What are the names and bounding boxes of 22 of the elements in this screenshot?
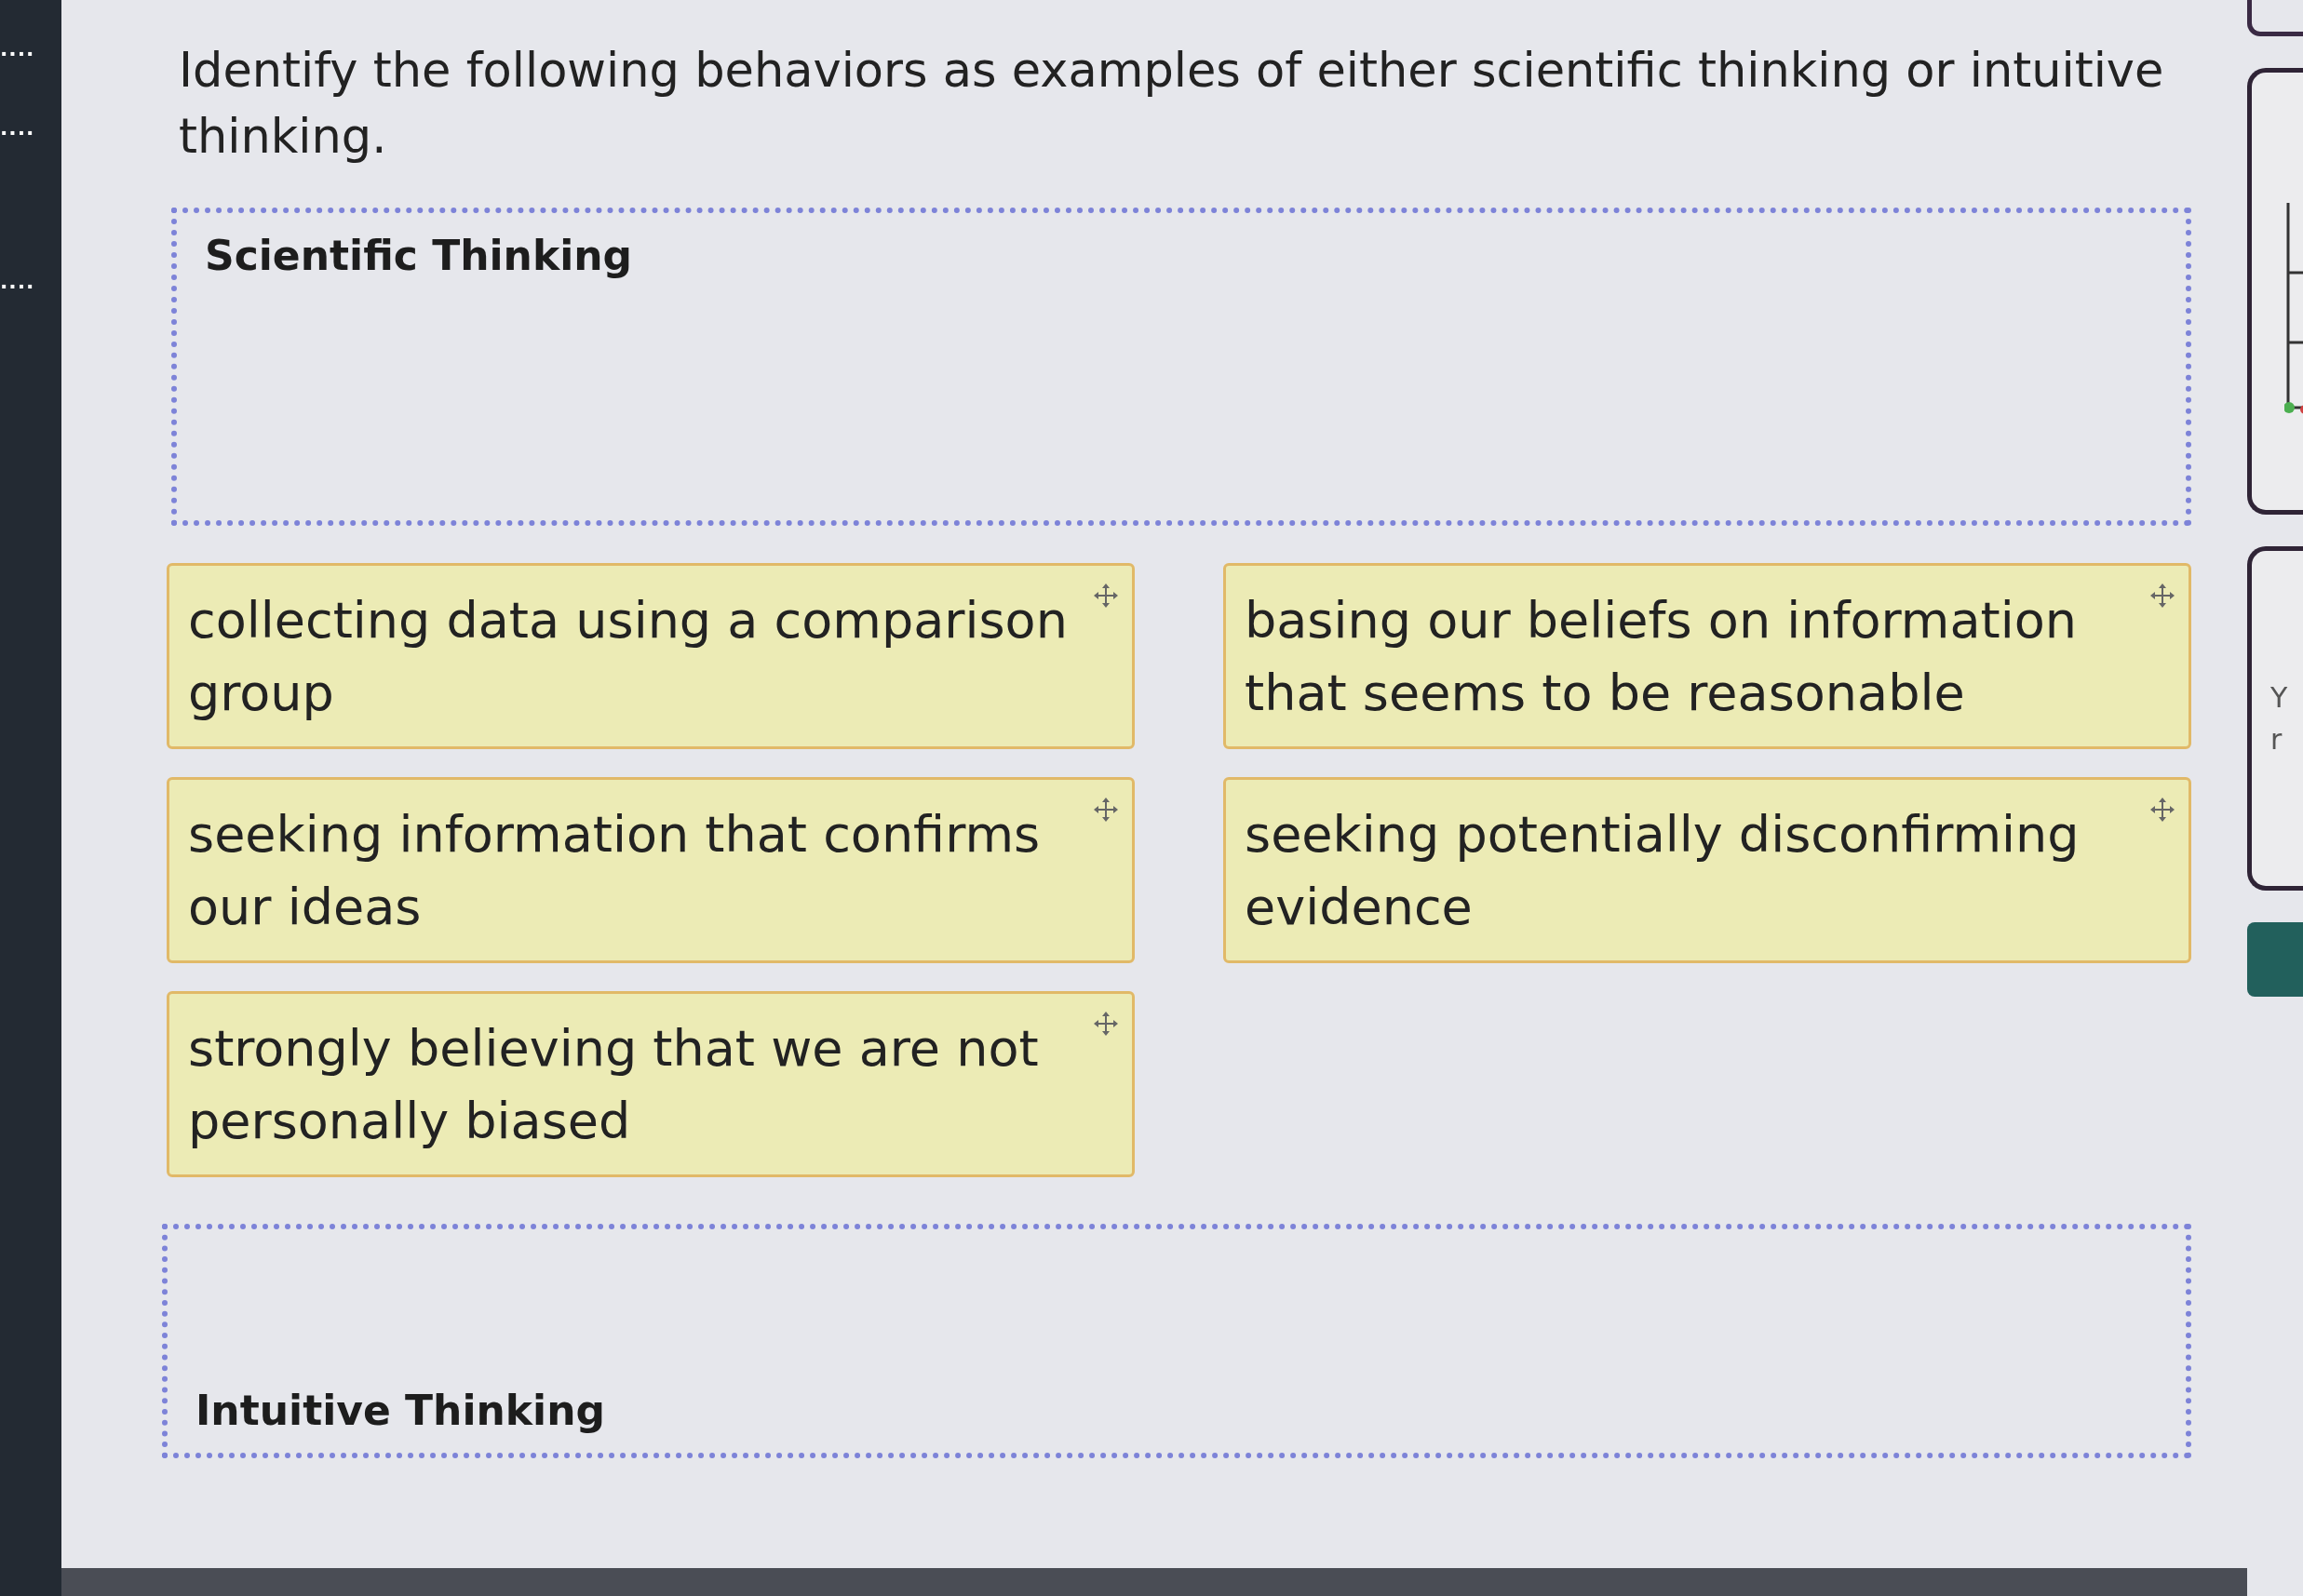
zone-label: Scientific Thinking	[205, 231, 634, 279]
draggable-card[interactable]: collecting data using a comparison group	[167, 562, 1135, 749]
panel-text: r	[2270, 722, 2283, 758]
draggable-card[interactable]: seeking potentially disconfirming evidence	[1223, 776, 2191, 963]
move-icon	[1093, 582, 1119, 609]
panel-text: Y	[2270, 680, 2289, 716]
draggable-card[interactable]: basing our beliefs on information that seems to be reasonable	[1223, 562, 2191, 749]
sidebar-item[interactable]: ....	[0, 270, 35, 293]
panel-edge	[2247, 0, 2303, 36]
sidebar-item[interactable]: ....	[0, 116, 35, 140]
move-icon	[1093, 1010, 1119, 1037]
move-icon	[1093, 796, 1119, 823]
move-icon	[2149, 796, 2175, 823]
draggable-card[interactable]: strongly believing that we are not personally biased	[167, 990, 1135, 1177]
move-icon	[2149, 582, 2175, 609]
action-button[interactable]	[2247, 922, 2303, 997]
drop-zone[interactable]: Scientific Thinking	[171, 207, 2191, 526]
drop-zone[interactable]: Intuitive Thinking	[162, 1223, 2191, 1458]
draggable-card[interactable]: seeking information that confirms our ideas	[167, 776, 1135, 963]
question-text: Identify the following behaviors as examples of either scientific thinking or intuitive thinking.	[179, 42, 2165, 167]
sidebar-item[interactable]: ....	[0, 37, 35, 60]
zone-label: Intuitive Thinking	[195, 1386, 606, 1434]
